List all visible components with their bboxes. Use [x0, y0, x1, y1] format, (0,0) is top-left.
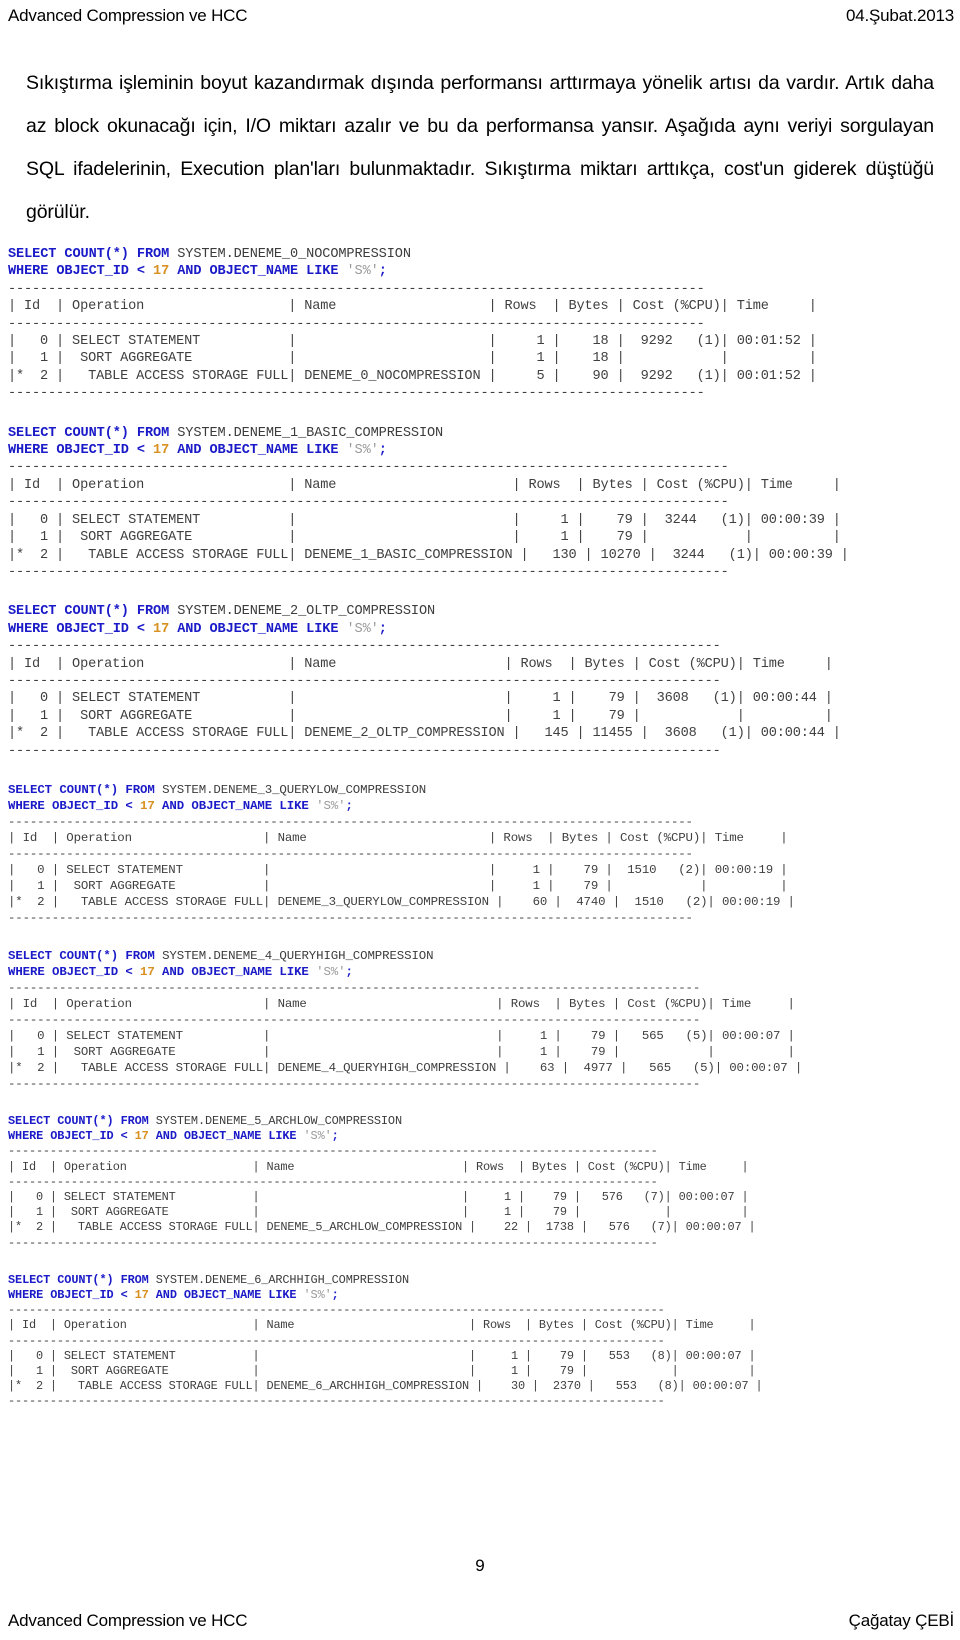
sql-statement-terminator: ;: [378, 264, 387, 280]
sql-line-where: WHERE OBJECT_ID < 17 AND OBJECT_NAME LIK…: [8, 964, 958, 980]
plan-block: SELECT COUNT(*) FROM SYSTEM.DENEME_1_BAS…: [8, 425, 958, 582]
page-number: 9: [475, 1556, 485, 1575]
sql-keyword-where: WHERE OBJECT_ID <: [8, 964, 141, 979]
document-page: Advanced Compression ve HCC 04.Şubat.201…: [0, 0, 960, 1640]
sql-literal-string: 'S%': [346, 621, 379, 637]
header-title: Advanced Compression ve HCC: [8, 6, 248, 25]
sql-literal-number: 17: [140, 964, 155, 979]
sql-literal-number: 17: [134, 1288, 149, 1302]
sql-keyword-and-like: AND OBJECT_NAME LIKE: [169, 621, 347, 637]
sql-keyword-select: SELECT COUNT(*) FROM: [8, 425, 178, 441]
sql-line-select: SELECT COUNT(*) FROM SYSTEM.DENEME_5_ARC…: [8, 1114, 958, 1129]
execution-plan-table: ----------------------------------------…: [8, 281, 817, 402]
document-footer: Advanced Compression ve HCC Çağatay ÇEBİ: [8, 1606, 954, 1632]
body-paragraph-section: Sıkıştırma işleminin boyut kazandırmak d…: [26, 62, 934, 234]
sql-keyword-and-like: AND OBJECT_NAME LIKE: [169, 264, 347, 280]
document-header: Advanced Compression ve HCC 04.Şubat.201…: [8, 6, 954, 32]
sql-line-select: SELECT COUNT(*) FROM SYSTEM.DENEME_6_ARC…: [8, 1273, 958, 1288]
sql-literal-number: 17: [153, 621, 170, 637]
plan-block: SELECT COUNT(*) FROM SYSTEM.DENEME_3_QUE…: [8, 782, 958, 926]
sql-line-select: SELECT COUNT(*) FROM SYSTEM.DENEME_3_QUE…: [8, 782, 958, 798]
sql-keyword-and-like: AND OBJECT_NAME LIKE: [169, 443, 347, 459]
sql-object-name: SYSTEM.DENEME_5_ARCHLOW_COMPRESSION: [155, 1113, 402, 1128]
sql-literal-string: 'S%': [346, 443, 379, 459]
sql-keyword-select: SELECT COUNT(*) FROM: [8, 1272, 156, 1287]
plan-block: SELECT COUNT(*) FROM SYSTEM.DENEME_2_OLT…: [8, 603, 958, 760]
sql-keyword-and-like: AND OBJECT_NAME LIKE: [148, 1129, 304, 1144]
execution-plan-table: ----------------------------------------…: [8, 980, 803, 1091]
plan-block: SELECT COUNT(*) FROM SYSTEM.DENEME_4_QUE…: [8, 948, 958, 1092]
sql-statement: SELECT COUNT(*) FROM SYSTEM.DENEME_2_OLT…: [8, 603, 958, 638]
execution-plan-table: ----------------------------------------…: [8, 814, 795, 925]
sql-statement-terminator: ;: [345, 964, 353, 979]
sql-line-where: WHERE OBJECT_ID < 17 AND OBJECT_NAME LIK…: [8, 1129, 958, 1144]
sql-keyword-where: WHERE OBJECT_ID <: [8, 621, 154, 637]
sql-line-where: WHERE OBJECT_ID < 17 AND OBJECT_NAME LIK…: [8, 442, 958, 459]
sql-statement-terminator: ;: [378, 443, 387, 459]
sql-statement: SELECT COUNT(*) FROM SYSTEM.DENEME_3_QUE…: [8, 782, 958, 814]
sql-statement-terminator: ;: [345, 798, 353, 813]
sql-keyword-select: SELECT COUNT(*) FROM: [8, 782, 163, 797]
sql-object-name: SYSTEM.DENEME_0_NOCOMPRESSION: [177, 247, 411, 262]
sql-keyword-where: WHERE OBJECT_ID <: [8, 798, 141, 813]
sql-literal-string: 'S%': [346, 264, 379, 280]
sql-literal-string: 'S%': [316, 964, 346, 979]
sql-statement-terminator: ;: [378, 621, 387, 637]
sql-keyword-and-like: AND OBJECT_NAME LIKE: [154, 964, 317, 979]
footer-title: Advanced Compression ve HCC: [8, 1611, 248, 1630]
sql-object-name: SYSTEM.DENEME_2_OLTP_COMPRESSION: [177, 604, 436, 620]
sql-keyword-select: SELECT COUNT(*) FROM: [8, 604, 178, 620]
execution-plan-table: ----------------------------------------…: [8, 639, 841, 759]
sql-statement-terminator: ;: [331, 1129, 339, 1144]
sql-keyword-select: SELECT COUNT(*) FROM: [8, 1113, 156, 1128]
sql-literal-string: 'S%': [316, 798, 346, 813]
plan-block: SELECT COUNT(*) FROM SYSTEM.DENEME_5_ARC…: [8, 1114, 958, 1251]
sql-line-select: SELECT COUNT(*) FROM SYSTEM.DENEME_2_OLT…: [8, 603, 958, 620]
sql-object-name: SYSTEM.DENEME_3_QUERYLOW_COMPRESSION: [162, 782, 427, 797]
execution-plan-list: SELECT COUNT(*) FROM SYSTEM.DENEME_0_NOC…: [8, 246, 958, 1432]
sql-keyword-where: WHERE OBJECT_ID <: [8, 264, 154, 280]
sql-keyword-and-like: AND OBJECT_NAME LIKE: [154, 798, 317, 813]
sql-statement: SELECT COUNT(*) FROM SYSTEM.DENEME_1_BAS…: [8, 425, 958, 460]
sql-line-select: SELECT COUNT(*) FROM SYSTEM.DENEME_0_NOC…: [8, 246, 958, 263]
sql-statement: SELECT COUNT(*) FROM SYSTEM.DENEME_5_ARC…: [8, 1114, 958, 1144]
plan-block: SELECT COUNT(*) FROM SYSTEM.DENEME_6_ARC…: [8, 1273, 958, 1410]
sql-line-where: WHERE OBJECT_ID < 17 AND OBJECT_NAME LIK…: [8, 263, 958, 280]
sql-statement: SELECT COUNT(*) FROM SYSTEM.DENEME_0_NOC…: [8, 246, 958, 281]
sql-literal-string: 'S%': [303, 1288, 332, 1302]
sql-object-name: SYSTEM.DENEME_6_ARCHHIGH_COMPRESSION: [155, 1272, 410, 1287]
footer-author: Çağatay ÇEBİ: [848, 1611, 955, 1630]
sql-keyword-where: WHERE OBJECT_ID <: [8, 443, 154, 459]
header-date: 04.Şubat.2013: [846, 6, 954, 25]
sql-line-where: WHERE OBJECT_ID < 17 AND OBJECT_NAME LIK…: [8, 621, 958, 638]
sql-keyword-select: SELECT COUNT(*) FROM: [8, 247, 178, 262]
sql-literal-number: 17: [153, 264, 170, 280]
sql-statement: SELECT COUNT(*) FROM SYSTEM.DENEME_4_QUE…: [8, 948, 958, 980]
sql-statement-terminator: ;: [331, 1288, 339, 1302]
sql-keyword-and-like: AND OBJECT_NAME LIKE: [148, 1288, 304, 1302]
execution-plan-table: ----------------------------------------…: [8, 1303, 763, 1409]
sql-literal-number: 17: [153, 443, 170, 459]
sql-object-name: SYSTEM.DENEME_1_BASIC_COMPRESSION: [177, 425, 444, 441]
sql-line-where: WHERE OBJECT_ID < 17 AND OBJECT_NAME LIK…: [8, 1288, 958, 1303]
sql-literal-number: 17: [140, 798, 155, 813]
sql-keyword-where: WHERE OBJECT_ID <: [8, 1129, 135, 1144]
plan-block: SELECT COUNT(*) FROM SYSTEM.DENEME_0_NOC…: [8, 246, 958, 403]
sql-line-where: WHERE OBJECT_ID < 17 AND OBJECT_NAME LIK…: [8, 798, 958, 814]
sql-literal-number: 17: [134, 1129, 149, 1144]
sql-line-select: SELECT COUNT(*) FROM SYSTEM.DENEME_1_BAS…: [8, 425, 958, 442]
execution-plan-table: ----------------------------------------…: [8, 1144, 756, 1250]
sql-line-select: SELECT COUNT(*) FROM SYSTEM.DENEME_4_QUE…: [8, 948, 958, 964]
execution-plan-table: ----------------------------------------…: [8, 460, 849, 580]
body-paragraph: Sıkıştırma işleminin boyut kazandırmak d…: [26, 72, 934, 223]
sql-keyword-select: SELECT COUNT(*) FROM: [8, 948, 163, 963]
sql-literal-string: 'S%': [303, 1129, 332, 1144]
sql-statement: SELECT COUNT(*) FROM SYSTEM.DENEME_6_ARC…: [8, 1273, 958, 1303]
sql-object-name: SYSTEM.DENEME_4_QUERYHIGH_COMPRESSION: [162, 948, 434, 963]
sql-keyword-where: WHERE OBJECT_ID <: [8, 1288, 135, 1302]
